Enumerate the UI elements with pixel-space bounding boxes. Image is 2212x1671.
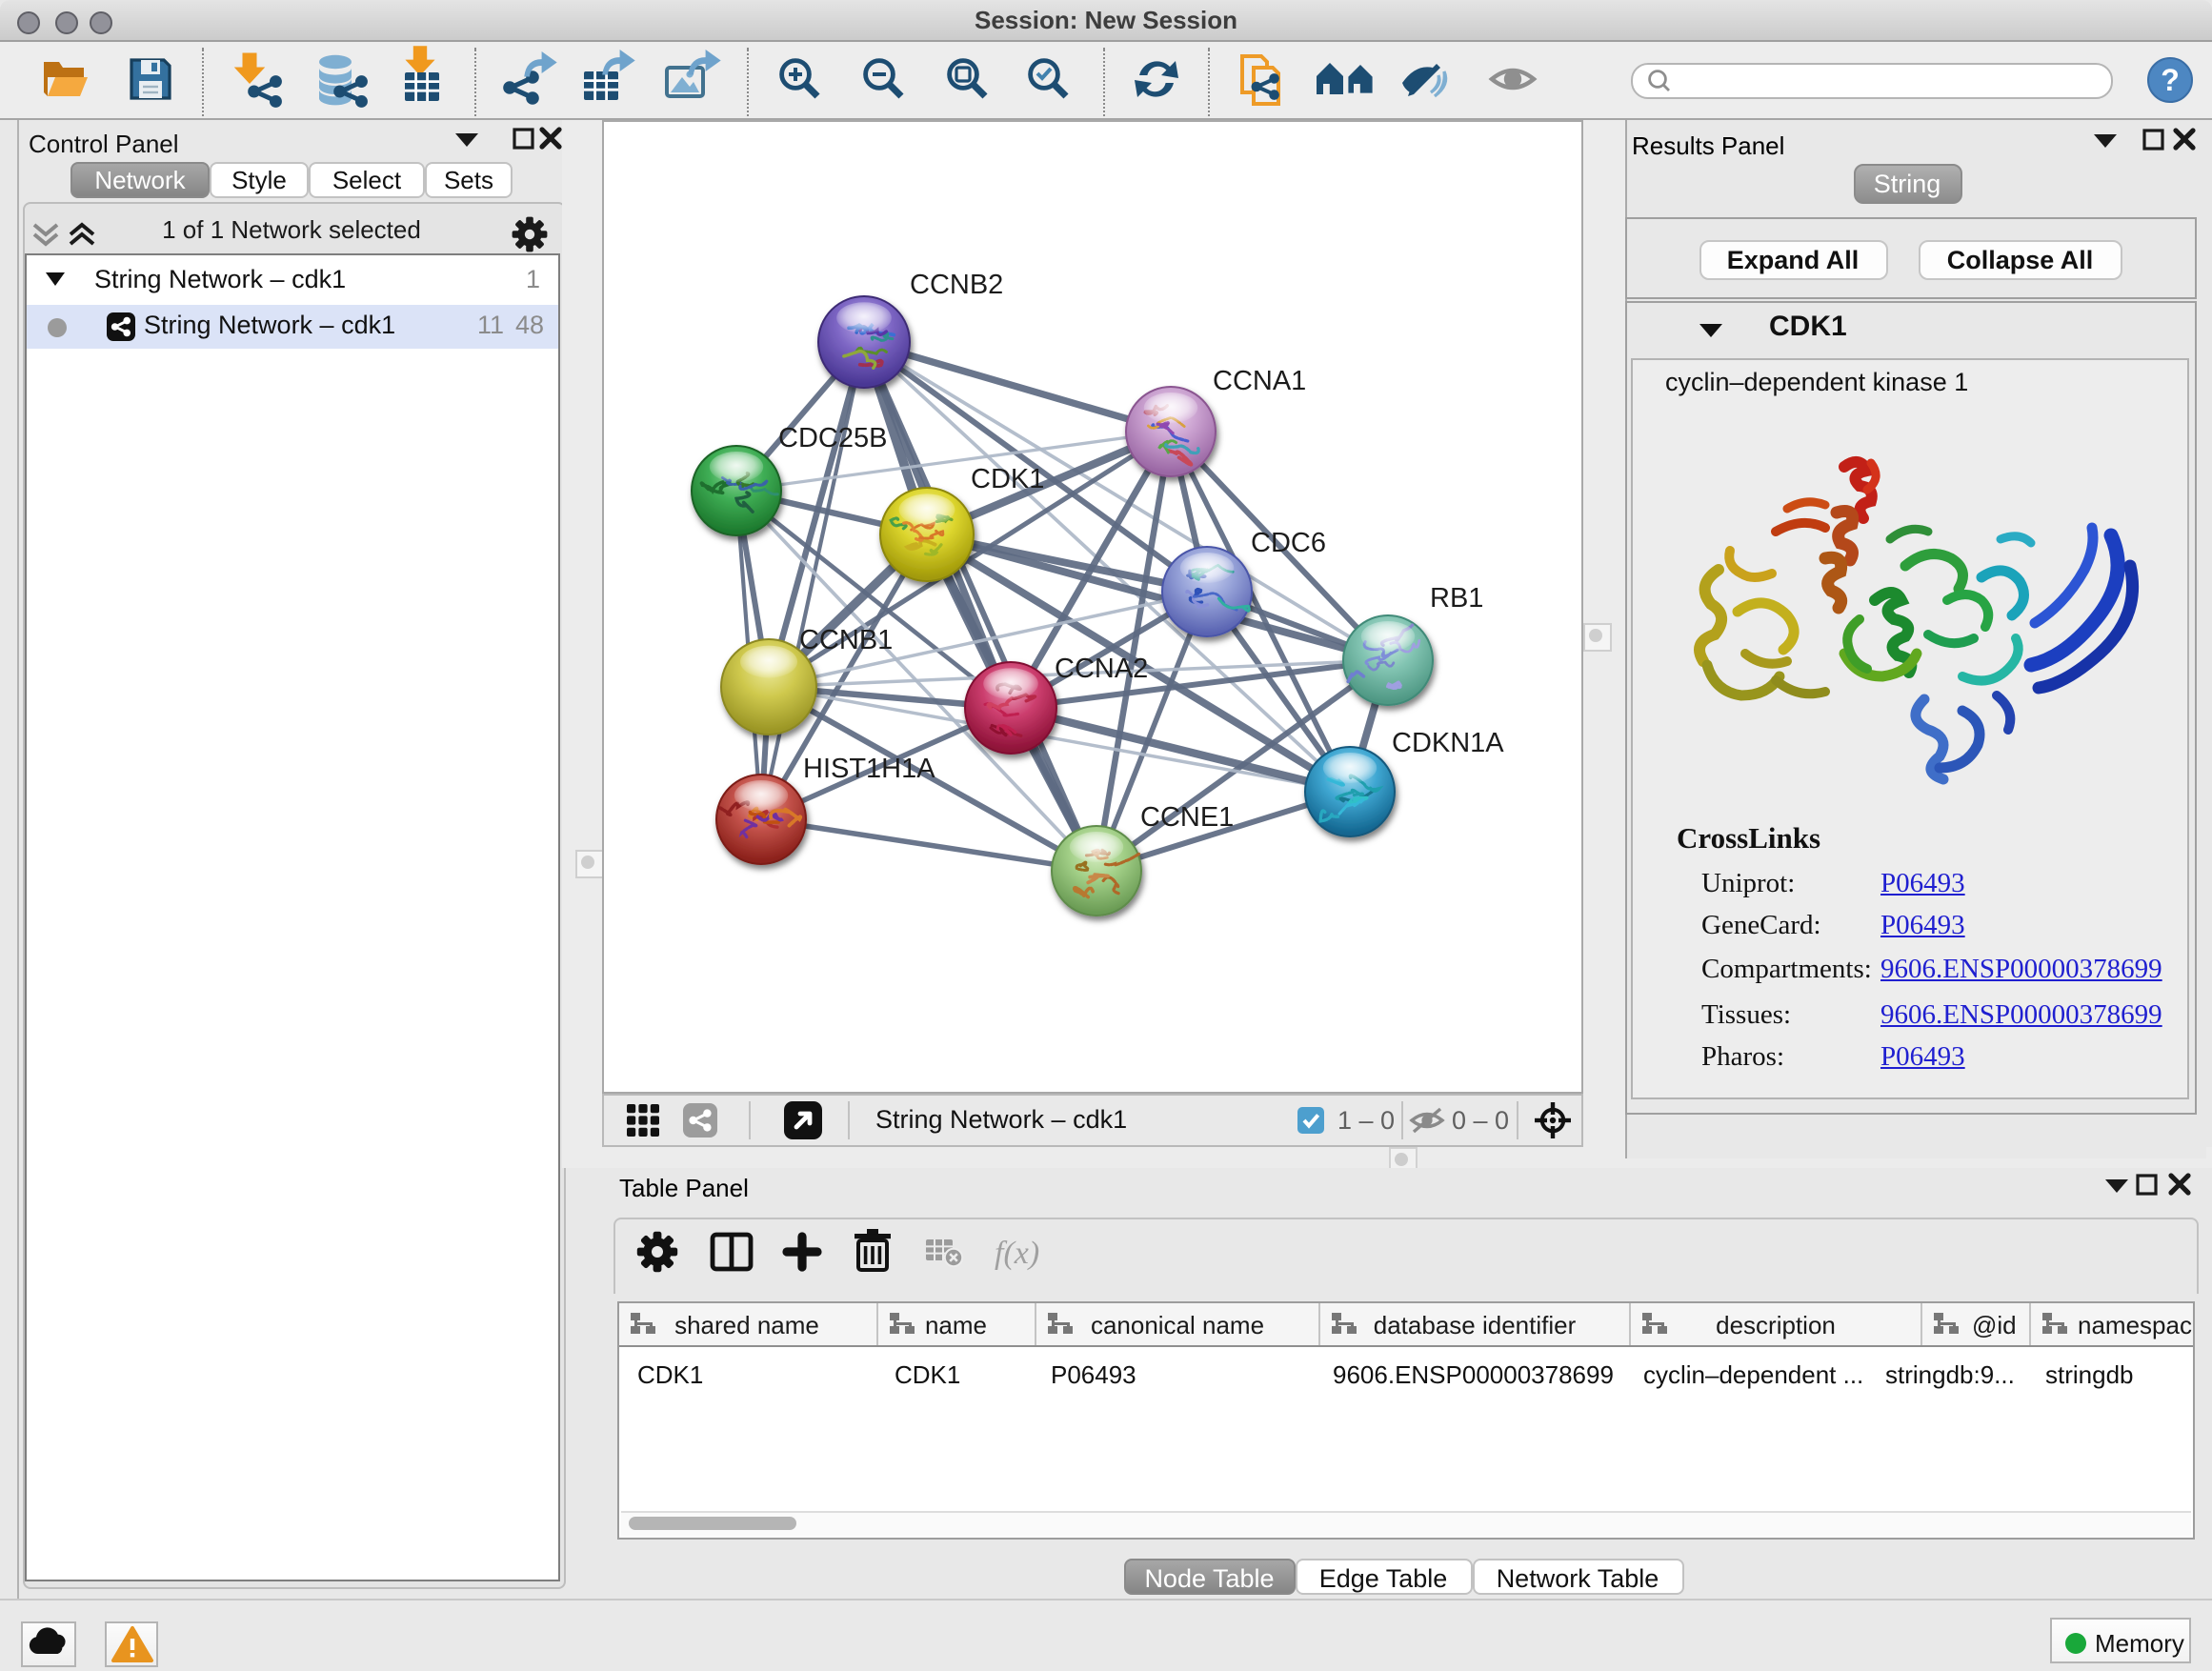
svg-text:0 – 0: 0 – 0 [1451,1105,1508,1134]
svg-text:CDC25B: CDC25B [777,422,886,453]
svg-text:CDC6: CDC6 [1250,527,1325,557]
svg-text:CCNB1: CCNB1 [798,624,892,654]
svg-text:CCNA2: CCNA2 [1054,653,1147,683]
svg-text:CDK1: CDK1 [970,463,1043,493]
svg-text:CCNE1: CCNE1 [1139,801,1233,832]
svg-text:CDKN1A: CDKN1A [1391,727,1503,757]
svg-text:RB1: RB1 [1429,582,1482,613]
svg-text:CCNB2: CCNB2 [909,269,1002,299]
svg-text:HIST1H1A: HIST1H1A [802,753,935,783]
svg-text:1 – 0: 1 – 0 [1337,1105,1394,1134]
svg-text:?: ? [2161,62,2180,96]
svg-text:CCNA1: CCNA1 [1212,365,1305,395]
svg-text:f(x): f(x) [994,1235,1038,1270]
